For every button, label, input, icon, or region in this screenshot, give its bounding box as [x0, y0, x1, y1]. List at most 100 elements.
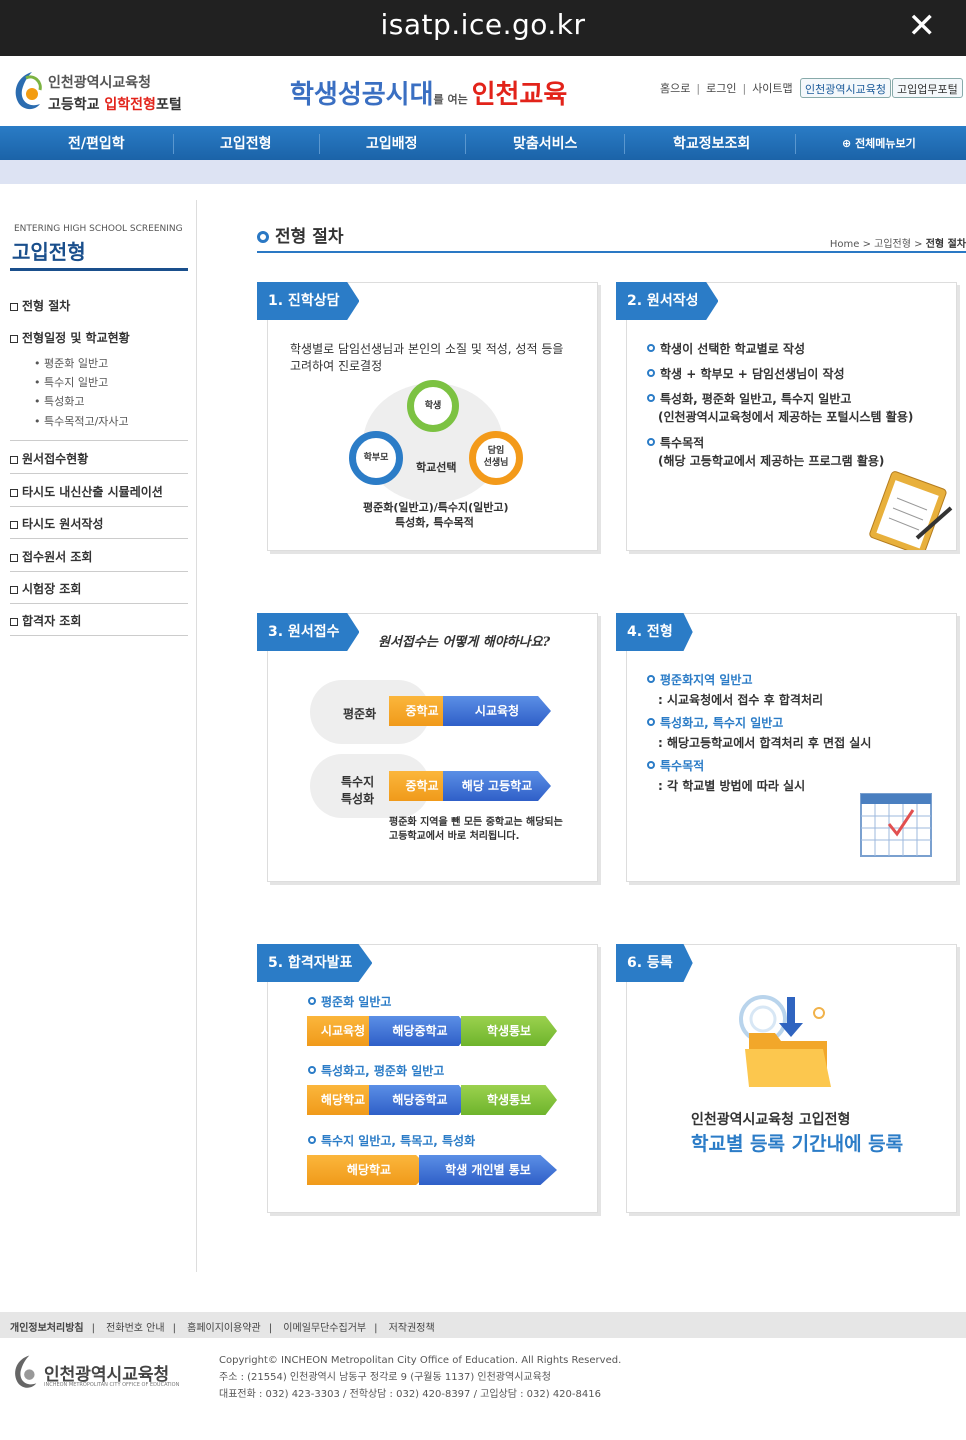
r3-step-1: 해당학교	[307, 1155, 431, 1185]
url-text[interactable]: isatp.ice.go.kr	[0, 8, 966, 41]
card-screening: 4. 전형 평준화지역 일반고 : 시교육청에서 접수 후 합격처리 특성화고,…	[616, 613, 957, 882]
square-icon	[10, 488, 18, 497]
slogan: 학생성공시대를 여는 인천교육	[290, 80, 568, 110]
footer-email[interactable]: 이메일무단수집거부	[283, 1323, 366, 1334]
footer-phone[interactable]: 전화번호 안내	[106, 1323, 164, 1334]
row-label-equal: 평준화	[343, 707, 377, 721]
card-label: 6. 등록	[616, 944, 693, 982]
ring-icon	[257, 231, 269, 243]
card-submission: 3. 원서접수 원서접수는 어떻게 해야하나요? 평준화 특수지 특성화 중학교 …	[257, 613, 598, 882]
card-label: 3. 원서접수	[257, 613, 360, 651]
bullet-3-sub: (인천광역시교육청에서 제공하는 포털시스템 활용)	[658, 410, 914, 424]
caption-1: 평준화(일반고)/특수지(일반고)	[363, 501, 509, 514]
nav-all-menu[interactable]: ⊕ 전체메뉴보기	[842, 135, 916, 151]
close-icon[interactable]: ✕	[908, 6, 937, 46]
r2-step-3: 학생통보	[461, 1085, 557, 1115]
card-counseling: 1. 진학상담 학생별로 담임선생님과 본인의 소질 및 적성, 성적 등을 고려…	[257, 282, 598, 551]
bullet-4: 특수목적	[647, 435, 704, 452]
card-results: 5. 합격자발표 평준화 일반고 시교육청 해당중학교 학생통보 특성화고, 평…	[257, 944, 598, 1213]
sitemap-link[interactable]: 사이트맵	[752, 80, 792, 96]
calendar-icon	[860, 793, 932, 857]
card-text: 학생별로 담임선생님과 본인의 소질 및 적성, 성적 등을 고려하여 진로결정	[290, 342, 564, 373]
sidebar-item-simulation[interactable]: 타시도 내신산출 시뮬레이션	[10, 483, 188, 507]
office-button[interactable]: 인천광역시교육청	[800, 78, 891, 98]
item-3-desc: : 각 학교별 방법에 따라 실시	[658, 779, 806, 793]
sub-nav-strip	[0, 160, 966, 184]
footer-info: Copyright© INCHEON Metropolitan City Off…	[219, 1355, 622, 1400]
square-icon	[10, 553, 18, 562]
nav-assignment[interactable]: 고입배정	[366, 133, 418, 153]
sidebar-entering: ENTERING HIGH SCHOOL SCREENING	[14, 224, 183, 234]
sidebar-sub-1[interactable]: • 평준화 일반고	[34, 355, 108, 371]
page-title: 전형 절차	[257, 222, 343, 247]
item-1-desc: : 시교육청에서 접수 후 합격처리	[658, 693, 824, 707]
home-link[interactable]: 홈으로	[660, 80, 690, 96]
footer-copyright-policy[interactable]: 저작권정책	[389, 1323, 435, 1334]
sidebar-item-status[interactable]: 원서접수현황	[10, 450, 188, 474]
sidebar-item-results[interactable]: 합격자 조회	[10, 612, 188, 636]
r1-step-2: 해당중학교	[369, 1016, 471, 1046]
r1-step-1: 시교육청	[307, 1016, 379, 1046]
sidebar-sub-3[interactable]: • 특성화고	[34, 393, 84, 409]
r2-step-2: 해당중학교	[369, 1085, 471, 1115]
sidebar-item-exam-site[interactable]: 시험장 조회	[10, 580, 188, 604]
nav-custom[interactable]: 맞춤서비스	[513, 133, 577, 153]
login-link[interactable]: 로그인	[706, 80, 736, 96]
browser-bar: isatp.ice.go.kr ✕	[0, 0, 966, 56]
sidebar-sub-4[interactable]: • 특수목적고/자사고	[34, 413, 129, 429]
student-circle: 학생	[407, 380, 459, 432]
office-step: 시교육청	[443, 696, 551, 726]
item-1-head: 평준화지역 일반고	[647, 672, 753, 689]
footer-terms[interactable]: 홈페이지이용약관	[187, 1323, 261, 1334]
site-header: 인천광역시교육청 고등학교 입학전형포털 학생성공시대를 여는 인천교육 홈으로…	[0, 56, 966, 126]
nav-school-info[interactable]: 학교정보조회	[673, 133, 750, 153]
sidebar: ENTERING HIGH SCHOOL SCREENING 고입전형 전형 절…	[0, 200, 197, 1272]
reg-line-1: 인천광역시교육청 고입전형	[691, 1112, 851, 1128]
bullet-3: 특성화, 평준화 일반고, 특수지 일반고	[647, 391, 851, 408]
top-links: 홈으로 | 로그인 | 사이트맵	[660, 80, 793, 96]
footer-privacy[interactable]: 개인정보처리방침	[10, 1323, 84, 1334]
row-label-special: 특수지 특성화	[341, 775, 375, 806]
main-nav: 전/편입학 고입전형 고입배정 맞춤서비스 학교정보조회 ⊕ 전체메뉴보기	[0, 126, 966, 160]
card-label: 1. 진학상담	[257, 282, 360, 320]
parent-circle: 학부모	[349, 431, 403, 485]
card-label: 5. 합격자발표	[257, 944, 373, 982]
card-label: 2. 원서작성	[616, 282, 719, 320]
sidebar-item-lookup[interactable]: 접수원서 조회	[10, 548, 188, 572]
sidebar-title: 고입전형	[12, 240, 86, 264]
nav-admission[interactable]: 고입전형	[220, 133, 272, 153]
plus-circle-icon: ⊕	[842, 137, 852, 150]
square-icon	[10, 520, 18, 529]
breadcrumb: Home > 고입전형 > 전형 절차	[829, 239, 966, 250]
nav-transfer[interactable]: 전/편입학	[68, 133, 125, 153]
card-registration: 6. 등록 인천광역시교육청 고입전형 학교별 등록 기간내에 등록	[616, 944, 957, 1213]
sidebar-item-procedure[interactable]: 전형 절차	[10, 297, 188, 314]
teacher-circle: 담임 선생님	[469, 431, 523, 485]
square-icon	[10, 455, 18, 464]
caption-2: 특성화, 특수목적	[395, 516, 474, 529]
square-icon	[10, 617, 18, 626]
high-school-step: 해당 고등학교	[443, 771, 551, 801]
question-text: 원서접수는 어떻게 해야하나요?	[378, 635, 551, 650]
site-logo[interactable]: 인천광역시교육청 고등학교 입학전형포털	[10, 68, 200, 118]
portal-button[interactable]: 고입업무포털	[892, 78, 963, 98]
logo-line2: 고등학교 입학전형포털	[48, 97, 182, 113]
bullet-2: 학생 + 학부모 + 담임선생님이 작성	[647, 366, 845, 383]
r2-step-1: 해당학교	[307, 1085, 379, 1115]
bullet-4-sub: (해당 고등학교에서 제공하는 프로그램 활용)	[658, 454, 885, 468]
item-2-desc: : 해당고등학교에서 합격처리 후 면접 실시	[658, 736, 872, 750]
group-3-head: 특수지 일반고, 특목고, 특성화	[308, 1133, 475, 1150]
group-2-head: 특성화고, 평준화 일반고	[308, 1063, 444, 1080]
note-line-2: 고등학교에서 바로 처리됩니다.	[389, 831, 520, 842]
sidebar-sub-2[interactable]: • 특수지 일반고	[34, 374, 108, 390]
item-3-head: 특수목적	[647, 758, 704, 775]
folder-icon	[739, 995, 831, 1087]
note-line-1: 평준화 지역을 뺀 모든 중학교는 해당되는	[389, 817, 563, 828]
logo-line1: 인천광역시교육청	[48, 75, 152, 91]
card-application: 2. 원서작성 학생이 선택한 학교별로 작성 학생 + 학부모 + 담임선생님…	[616, 282, 957, 551]
square-icon	[10, 585, 18, 594]
sidebar-item-other-apply[interactable]: 타시도 원서작성	[10, 515, 188, 539]
logo-icon	[15, 72, 42, 110]
r3-step-2: 학생 개인별 통보	[419, 1155, 557, 1185]
square-icon	[10, 302, 18, 311]
